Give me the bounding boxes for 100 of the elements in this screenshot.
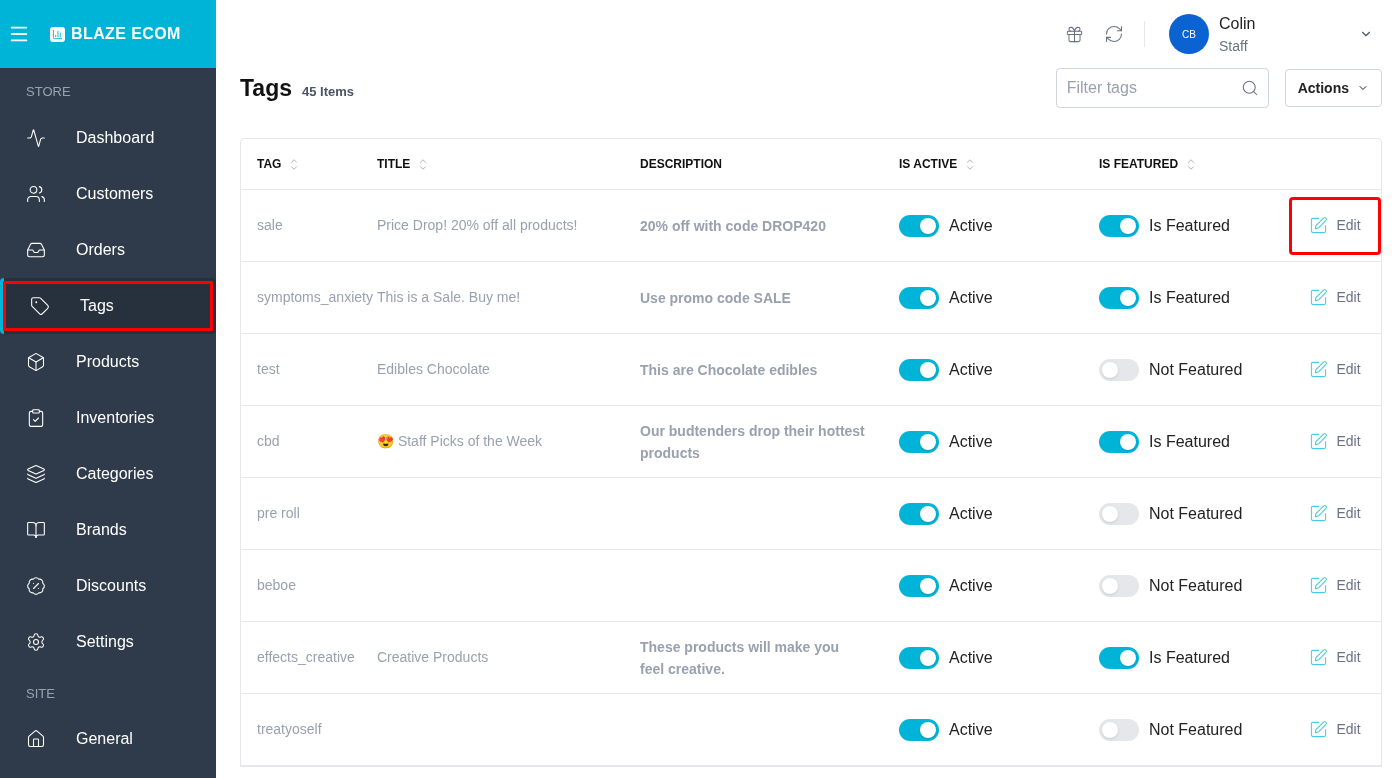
toggle-switch[interactable] <box>899 502 939 525</box>
nav-item[interactable]: Brands <box>0 501 216 558</box>
column-header: IS FEATURED <box>1099 156 1179 173</box>
status-label: Not Featured <box>1149 719 1243 740</box>
toggle-switch[interactable] <box>899 646 939 669</box>
edit-icon <box>1309 576 1329 595</box>
toggle-switch[interactable] <box>899 286 939 309</box>
nav-item[interactable]: Discounts <box>0 557 216 614</box>
settings-icon <box>26 631 46 652</box>
nav-item[interactable]: Orders <box>0 221 216 278</box>
table-cell: treatyoself <box>257 721 322 737</box>
edit-icon <box>1309 432 1329 451</box>
nav-item[interactable]: Tags <box>0 277 216 334</box>
table-cell: Use promo code SALE <box>640 289 791 306</box>
search-icon <box>1240 79 1259 97</box>
status-label: Active <box>949 359 993 380</box>
edit-icon <box>1309 720 1329 739</box>
toggle-switch[interactable] <box>899 430 939 453</box>
toggle-switch[interactable] <box>899 718 939 741</box>
avatar[interactable]: CB <box>1169 14 1209 54</box>
status-label: Is Featured <box>1149 215 1230 236</box>
table-cell: sale <box>257 217 283 233</box>
toggle-switch[interactable] <box>899 574 939 597</box>
edit-button[interactable]: Edit <box>1289 484 1381 543</box>
nav-item[interactable]: Categories <box>0 445 216 502</box>
section-label: STORE <box>25 83 72 101</box>
status-label: Active <box>949 287 993 308</box>
edit-icon <box>1309 360 1329 379</box>
status-label: Active <box>949 647 993 668</box>
status-label: Active <box>949 431 993 452</box>
table-cell: This is a Sale. Buy me! <box>377 289 521 305</box>
status-label: Active <box>949 719 993 740</box>
search-field[interactable]: Filter tags <box>1055 68 1269 108</box>
table-cell: effects_creative <box>257 649 355 665</box>
edit-icon <box>1309 648 1329 667</box>
toggle-switch[interactable] <box>1099 430 1139 453</box>
table-cell: beboe <box>257 577 296 593</box>
edit-button[interactable]: Edit <box>1289 268 1381 327</box>
actions-button[interactable]: Actions <box>1284 69 1382 107</box>
toggle-switch[interactable] <box>1099 214 1139 237</box>
pulse-icon <box>26 127 46 148</box>
edit-button[interactable]: Edit <box>1289 412 1381 471</box>
table-cell: This are Chocolate edibles <box>640 361 818 378</box>
toggle-switch[interactable] <box>1099 646 1139 669</box>
section-label: SITE <box>25 684 56 703</box>
toggle-switch[interactable] <box>1099 574 1139 597</box>
toggle-switch[interactable] <box>899 358 939 381</box>
nav-item[interactable]: General <box>0 711 216 767</box>
nav-item[interactable]: Dashboard <box>0 109 216 166</box>
layers-icon <box>26 463 46 484</box>
users-icon <box>26 183 46 204</box>
tag-icon <box>30 295 50 316</box>
status-label: Active <box>949 575 993 596</box>
table-cell: cbd <box>257 433 280 449</box>
percent-icon <box>26 575 46 596</box>
status-label: Active <box>949 215 993 236</box>
nav-item[interactable]: Customers <box>0 165 216 222</box>
table-cell: 😍 Staff Picks of the Week <box>377 433 543 449</box>
edit-icon <box>1309 288 1329 307</box>
edit-button[interactable]: Edit <box>1289 628 1381 687</box>
table-cell: Our budtenders drop their hottest products <box>640 422 865 461</box>
page-title: Tags <box>240 73 292 103</box>
table-cell: pre roll <box>257 505 300 521</box>
edit-button[interactable]: Edit <box>1289 700 1381 759</box>
edit-button[interactable]: Edit <box>1289 340 1381 399</box>
user-role: Staff <box>1219 36 1249 56</box>
logo-icon <box>50 26 65 42</box>
table-cell: These products will make you feel creative. <box>640 638 840 677</box>
status-label: Is Featured <box>1149 287 1230 308</box>
column-header: TITLE <box>377 156 411 173</box>
toggle-switch[interactable] <box>1099 718 1139 741</box>
user-name: Colin <box>1219 13 1257 34</box>
status-label: Is Featured <box>1149 647 1230 668</box>
table-cell: Edibles Chocolate <box>377 361 490 377</box>
toggle-switch[interactable] <box>1099 358 1139 381</box>
edit-button[interactable]: Edit <box>1289 196 1381 255</box>
clipboard-icon <box>26 407 46 428</box>
table-cell: test <box>257 361 280 377</box>
edit-icon <box>1309 504 1329 523</box>
table-cell: 20% off with code DROP420 <box>640 217 826 234</box>
nav-item[interactable]: Products <box>0 333 216 390</box>
toggle-switch[interactable] <box>899 214 939 237</box>
status-label: Not Featured <box>1149 575 1243 596</box>
nav-item[interactable]: Settings <box>0 613 216 670</box>
toggle-switch[interactable] <box>1099 286 1139 309</box>
nav-item[interactable]: Inventories <box>0 389 216 446</box>
column-header: DESCRIPTION <box>640 156 722 173</box>
brand-name: BLAZE ECOM <box>71 24 181 44</box>
refresh-icon[interactable] <box>1104 24 1124 44</box>
column-header: TAG <box>257 156 282 173</box>
gift-icon[interactable] <box>1065 24 1084 44</box>
edit-icon <box>1309 216 1329 235</box>
table-cell: Creative Products <box>377 649 489 665</box>
edit-button[interactable]: Edit <box>1289 556 1381 615</box>
toggle-switch[interactable] <box>1099 502 1139 525</box>
item-count: 45 Items <box>302 82 355 101</box>
status-label: Active <box>949 503 993 524</box>
home-icon <box>26 729 46 749</box>
table-cell: symptoms_anxiety <box>257 289 373 305</box>
status-label: Not Featured <box>1149 503 1243 524</box>
